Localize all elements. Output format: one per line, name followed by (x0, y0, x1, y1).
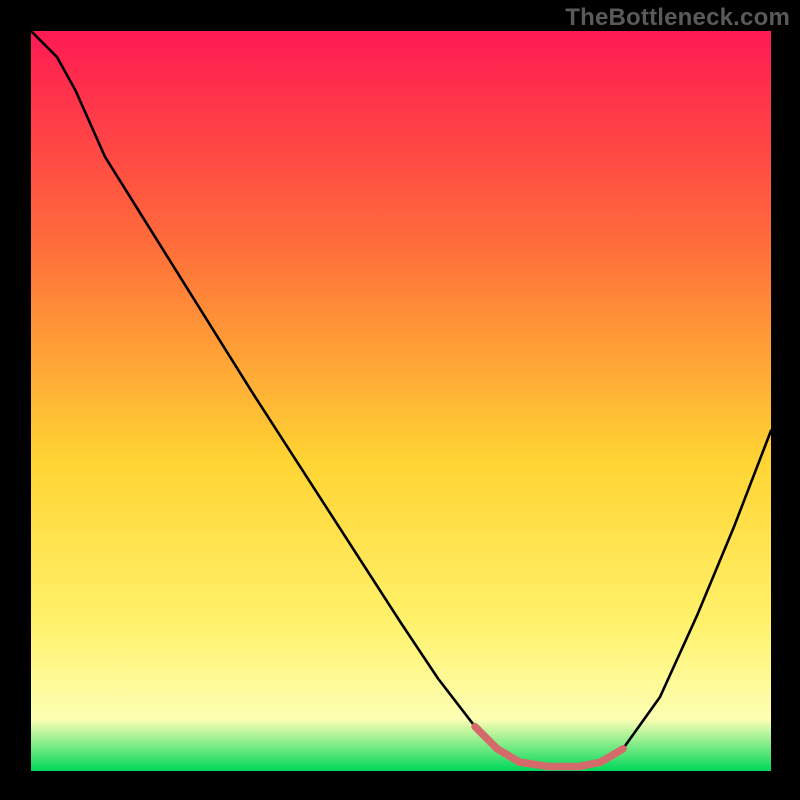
bottleneck-chart (31, 31, 771, 771)
watermark-text: TheBottleneck.com (565, 4, 790, 32)
chart-container: TheBottleneck.com (0, 0, 800, 800)
gradient-background (31, 31, 771, 771)
